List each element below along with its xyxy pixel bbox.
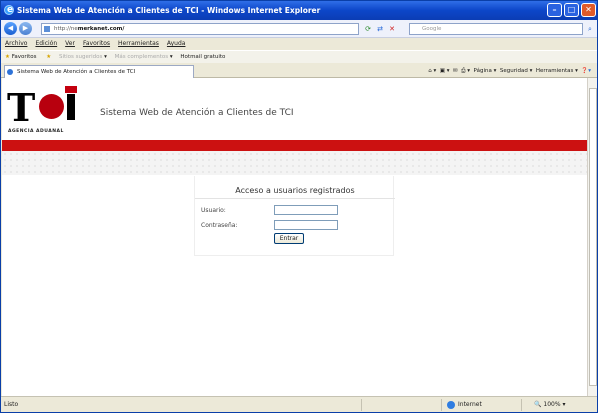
favorites-bar: ★ Favoritos ★ Sitios sugeridos ▾ Más com… (1, 50, 597, 63)
scrollbar-thumb[interactable] (589, 88, 597, 386)
divider (195, 198, 395, 199)
mail-icon[interactable]: ✉ (453, 68, 458, 74)
search-input[interactable]: Google (409, 23, 583, 35)
stop-icon[interactable]: ✕ (387, 24, 397, 34)
favorites-button[interactable]: Favoritos (12, 54, 37, 60)
password-label: Contraseña: (201, 222, 238, 229)
fav-hotmail[interactable]: Hotmail gratuito (180, 54, 225, 60)
vertical-scrollbar[interactable] (587, 78, 597, 396)
title-bar: Sistema Web de Atención a Clientes de TC… (1, 1, 597, 20)
address-input[interactable]: http://nemerkanet.com/ (41, 23, 359, 35)
fav-sitios-sugeridos[interactable]: Sitios sugeridos (59, 54, 102, 60)
forward-icon[interactable]: ▶ (19, 22, 32, 35)
close-button[interactable]: ✕ (581, 3, 596, 17)
minimize-button[interactable]: – (547, 3, 562, 17)
menu-bar: Archivo Edición Ver Favoritos Herramient… (1, 38, 597, 50)
username-input[interactable] (274, 205, 338, 215)
menu-edicion[interactable]: Edición (35, 38, 57, 50)
feeds-icon[interactable]: ▣ ▾ (440, 68, 450, 74)
status-bar: Listo Internet 🔍 100% ▾ (1, 396, 597, 412)
menu-herramientas[interactable]: Herramientas (118, 38, 159, 50)
submit-button[interactable]: Entrar (274, 233, 304, 244)
maximize-button[interactable]: □ (564, 3, 579, 17)
back-icon[interactable]: ◀ (4, 22, 17, 35)
window-title: Sistema Web de Atención a Clientes de TC… (17, 6, 321, 15)
logo-subtitle: AGENCIA ADUANAL (8, 129, 64, 134)
search-icon[interactable]: ⌕ (585, 24, 595, 34)
home-icon[interactable]: ⌂ ▾ (428, 68, 436, 74)
page-icon (44, 26, 50, 32)
address-bar-row: ◀ ▶ http://nemerkanet.com/ ⟳ ⇄ ✕ Google … (1, 20, 597, 38)
add-favorite-icon[interactable]: ★ (46, 54, 51, 60)
security-menu[interactable]: Seguridad ▾ (500, 68, 533, 74)
tab-active[interactable]: Sistema Web de Atención a Clientes de TC… (4, 65, 194, 78)
compat-icon[interactable]: ⇄ (375, 24, 385, 34)
password-input[interactable] (274, 220, 338, 230)
login-title: Acceso a usuarios registrados (235, 186, 355, 195)
pattern-band (2, 151, 587, 175)
ie-icon (4, 1, 14, 20)
page-content: T AGENCIA ADUANAL Sistema Web de Atenció… (2, 78, 587, 396)
star-icon: ★ (5, 54, 10, 60)
tools-menu[interactable]: Herramientas ▾ (536, 68, 578, 74)
command-bar: ⌂ ▾ ▣ ▾ ✉ ⎙ ▾ Página ▾ Seguridad ▾ Herra… (428, 65, 591, 77)
globe-icon (447, 400, 455, 409)
red-header-band (2, 140, 587, 151)
menu-ver[interactable]: Ver (65, 38, 75, 50)
zoom-control[interactable]: 🔍 100% ▾ (534, 397, 565, 412)
print-icon[interactable]: ⎙ ▾ (461, 68, 470, 74)
fav-mas-complementos[interactable]: Más complementos (115, 54, 169, 60)
refresh-icon[interactable]: ⟳ (363, 24, 373, 34)
system-title: Sistema Web de Atención a Clientes de TC… (100, 108, 294, 118)
browser-window: Sistema Web de Atención a Clientes de TC… (0, 0, 598, 413)
login-panel: Acceso a usuarios registrados Usuario: C… (194, 176, 395, 256)
menu-archivo[interactable]: Archivo (5, 38, 27, 50)
window-controls: – □ ✕ (547, 3, 596, 17)
help-icon[interactable]: ❓▾ (581, 68, 591, 74)
menu-ayuda[interactable]: Ayuda (167, 38, 186, 50)
security-zone[interactable]: Internet (447, 397, 482, 412)
menu-favoritos[interactable]: Favoritos (83, 38, 110, 50)
user-label: Usuario: (201, 207, 226, 214)
page-menu[interactable]: Página ▾ (474, 68, 497, 74)
status-text: Listo (4, 401, 19, 408)
tab-favicon (7, 69, 13, 75)
